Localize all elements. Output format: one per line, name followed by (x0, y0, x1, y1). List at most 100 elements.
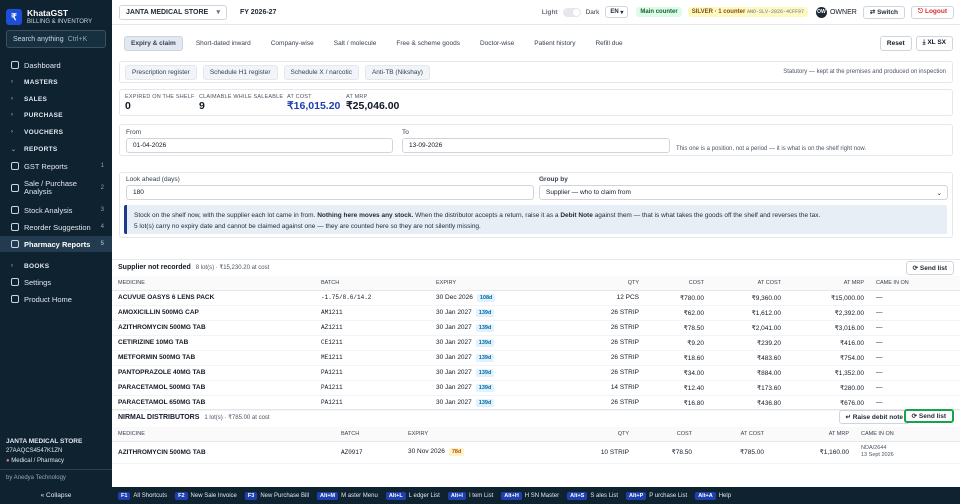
sidebar-item-sale-purchase-analysis[interactable]: Sale / Purchase Analysis 2 (0, 178, 112, 198)
shortcut-item[interactable]: Alt+P P urchase List (626, 491, 687, 500)
table-row[interactable]: AMOXICILLIN 500MG CAP AM1211 30 Jan 2027 13… (112, 305, 960, 321)
app-logo: ₹ (6, 9, 22, 25)
sidebar-item-settings[interactable]: Settings (0, 274, 112, 290)
topbar: JANTA MEDICAL STORE ▾ FY 2026-27 Light Da… (112, 0, 960, 25)
logout-button[interactable]: ⎋ Logout (911, 5, 954, 19)
company-switcher[interactable]: JANTA MEDICAL STORE ▾ (119, 4, 227, 20)
tab-refill-due[interactable]: Refill due (588, 36, 629, 51)
tab-schedule-h1-register[interactable]: Schedule H1 register (202, 64, 278, 80)
shortcut-label: H SN Master (524, 492, 560, 499)
tab-patient-history[interactable]: Patient history (527, 36, 582, 51)
sidebar-item-stock-analysis[interactable]: Stock Analysis 3 (0, 202, 112, 218)
shortcut-item[interactable]: F2 New Sale Invoice (175, 491, 237, 500)
at-cost: ₹1,612.00 (710, 305, 787, 321)
avatar[interactable]: OW (815, 6, 827, 18)
date-filter-card: From 01-04-2026 To 13-09-2026 This one i… (119, 124, 953, 156)
tab-free-scheme-goods[interactable]: Free & scheme goods (389, 36, 467, 51)
business-type: ● Medical / Pharmacy (6, 458, 64, 464)
raise-debit-note-button[interactable]: ↵ Raise debit note (838, 410, 910, 424)
shortcut-key: F3 (244, 491, 258, 500)
kpi-at-mrp: AT MRP ₹25,046.00 (346, 94, 400, 112)
at-mrp: ₹1,352.00 (787, 365, 870, 381)
chevron-right-icon: › (11, 129, 14, 135)
sidebar-item-gst-reports[interactable]: GST Reports 1 (0, 158, 112, 174)
shortcut-item[interactable]: Alt+M M aster Menu (317, 491, 378, 500)
at-mrp: ₹2,392.00 (787, 305, 870, 321)
medicine-name: AZITHROMYCIN 500MG TAB (112, 441, 335, 464)
sidebar-group-books[interactable]: › BOOKS (0, 258, 112, 274)
came-in-on: — (870, 335, 960, 351)
tab-salt-molecule[interactable]: Salt / molecule (327, 36, 384, 51)
toggle-knob (572, 8, 580, 16)
shortcut-item[interactable]: F1 All Shortcuts (118, 491, 167, 500)
table-row[interactable]: PANTOPRAZOLE 40MG TAB PA1211 30 Jan 2027 13… (112, 365, 960, 381)
groupby-label: Group by (539, 176, 568, 183)
tab-short-dated-inward[interactable]: Short-dated inward (189, 36, 258, 51)
at-cost: ₹9,360.00 (710, 290, 787, 306)
theme-toggle[interactable] (562, 7, 581, 17)
table-row[interactable]: PARACETAMOL 650MG TAB PA1211 30 Jan 2027 13… (112, 395, 960, 411)
at-mrp: ₹754.00 (787, 350, 870, 366)
tab-expiry-claim[interactable]: Expiry & claim (124, 35, 183, 51)
chart-icon (11, 184, 19, 192)
sidebar-group-reports[interactable]: ⌄ REPORTS (0, 141, 112, 157)
sidebar-group-purchase[interactable]: › PURCHASE (0, 107, 112, 123)
export-xlsx-button[interactable]: ⤓ XL SX (915, 35, 953, 51)
cost: ₹18.60 (645, 350, 710, 366)
lookahead-input[interactable]: 180 (126, 185, 534, 200)
shortcut-item[interactable]: Alt+S S ales List (567, 491, 618, 500)
app-name: KhataGST (27, 7, 69, 18)
table-nirmal: MEDICINE BATCH EXPIRY QTY COST AT COST A… (112, 427, 960, 464)
cost: ₹78.50 (635, 441, 698, 464)
cost: ₹34.00 (645, 365, 710, 381)
came-in-on: — (870, 305, 960, 321)
tab-anti-tb-nikshay[interactable]: Anti-TB (Nikshay) (364, 64, 430, 80)
sidebar-group-masters[interactable]: › MASTERS (0, 74, 112, 90)
reset-button[interactable]: Reset (879, 35, 912, 51)
language-select[interactable]: EN ▾ (605, 6, 629, 18)
sidebar-group-sales[interactable]: › SALES (0, 91, 112, 107)
from-date-input[interactable]: 01-04-2026 (126, 138, 393, 153)
fiscal-year[interactable]: FY 2026-27 (234, 4, 283, 20)
cost: ₹12.40 (645, 380, 710, 396)
sidebar-item-product-home[interactable]: Product Home (0, 291, 112, 307)
send-list-button[interactable]: ⟳ Send list (903, 409, 954, 423)
chevron-down-icon: ▾ (216, 9, 220, 16)
shortcut-key: Alt+H (501, 491, 522, 500)
tab-company-wise[interactable]: Company-wise (264, 36, 321, 51)
shortcut-item[interactable]: Alt+H H SN Master (501, 491, 560, 500)
table-row[interactable]: CETIRIZINE 10MG TAB CE1211 30 Jan 2027 139d… (112, 335, 960, 351)
shortcut-item[interactable]: Alt+I I tem List (447, 491, 493, 500)
sidebar-search-input[interactable]: Search anything Ctrl+K (6, 30, 106, 48)
table-row[interactable]: AZITHROMYCIN 500MG TAB AZ1211 30 Jan 2027 1… (112, 320, 960, 336)
table-row[interactable]: ACUVUE OASYS 6 LENS PACK -1.75/8.6/14.2 30… (112, 290, 960, 306)
shortcut-key: Alt+S (567, 491, 588, 500)
shortcut-item[interactable]: Alt+L L edger List (385, 491, 440, 500)
sidebar-item-dashboard[interactable]: Dashboard (0, 57, 112, 73)
came-in-on: NDA/2644 13 Sept 2026 (855, 441, 960, 464)
home-icon (11, 295, 19, 303)
shortcut-item[interactable]: F3 New Purchase Bill (244, 491, 309, 500)
statutory-note: Statutory — kept at the premises and pro… (783, 69, 946, 75)
table-row[interactable]: PARACETAMOL 500MG TAB PA1211 30 Jan 2027 13… (112, 380, 960, 396)
shortcut-bar: F1 All Shortcuts F2 New Sale Invoice F3 New P… (112, 487, 960, 504)
shortcut-key: Alt+L (385, 491, 406, 500)
sidebar-group-vouchers[interactable]: › VOUCHERS (0, 124, 112, 140)
sidebar-item-reorder-suggestion[interactable]: Reorder Suggestion 4 (0, 219, 112, 235)
company-name: JANTA MEDICAL STORE (6, 438, 83, 445)
qty: 14 STRIP (560, 380, 645, 396)
shortcut-item[interactable]: Alt+A Help (695, 491, 731, 500)
switch-button[interactable]: ⇄ Switch (862, 5, 906, 19)
send-list-button[interactable]: ⟳ Send list (905, 261, 954, 275)
collapse-button[interactable]: « Collapse (0, 487, 112, 504)
tab-prescription-register[interactable]: Prescription register (125, 64, 197, 80)
table-row[interactable]: AZITHROMYCIN 500MG TAB AZ0917 30 Nov 2026 7… (112, 441, 960, 464)
to-date-input[interactable]: 13-09-2026 (402, 138, 670, 153)
table-row[interactable]: METFORMIN 500MG TAB ME1211 30 Jan 2027 139d… (112, 350, 960, 366)
search-placeholder: Search anything (13, 35, 64, 43)
groupby-select[interactable]: Supplier — who to claim from ⌄ (539, 185, 948, 200)
came-in-on: — (870, 380, 960, 396)
sidebar-item-pharmacy-reports[interactable]: Pharmacy Reports 5 (0, 236, 112, 252)
tab-doctor-wise[interactable]: Doctor-wise (473, 36, 521, 51)
tab-schedule-x-narcotic[interactable]: Schedule X / narcotic (283, 64, 359, 80)
